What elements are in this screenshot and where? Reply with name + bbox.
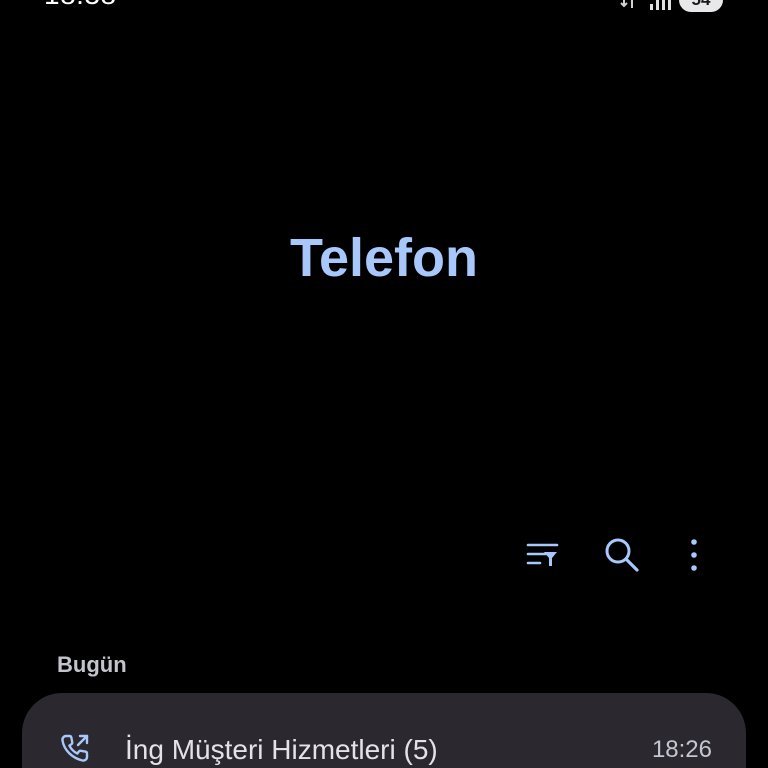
search-icon <box>605 538 639 572</box>
status-icons: 54 <box>618 0 728 12</box>
more-options-button[interactable] <box>672 533 716 577</box>
battery-indicator: 54 <box>679 0 723 12</box>
more-vert-icon <box>691 539 697 571</box>
filter-list-icon <box>526 543 559 566</box>
search-button[interactable] <box>600 533 644 577</box>
section-label-today: Bugün <box>57 652 127 677</box>
phone-app-screen: 18:38 54 Telefon <box>0 0 768 768</box>
call-contact-name: İng Müşteri Hizmetleri (5) <box>125 734 438 765</box>
filter-button[interactable] <box>520 533 564 577</box>
signal-bars-icon <box>650 0 671 10</box>
page-title: Telefon <box>290 228 478 288</box>
call-log-item[interactable]: İng Müşteri Hizmetleri (5) 18:26 <box>22 693 746 768</box>
data-transfer-icon <box>620 0 633 8</box>
status-time: 18:38 <box>44 0 117 11</box>
outgoing-call-icon <box>61 734 89 762</box>
call-log-card: İng Müşteri Hizmetleri (5) 18:26 <box>22 693 746 768</box>
call-time: 18:26 <box>651 736 712 763</box>
